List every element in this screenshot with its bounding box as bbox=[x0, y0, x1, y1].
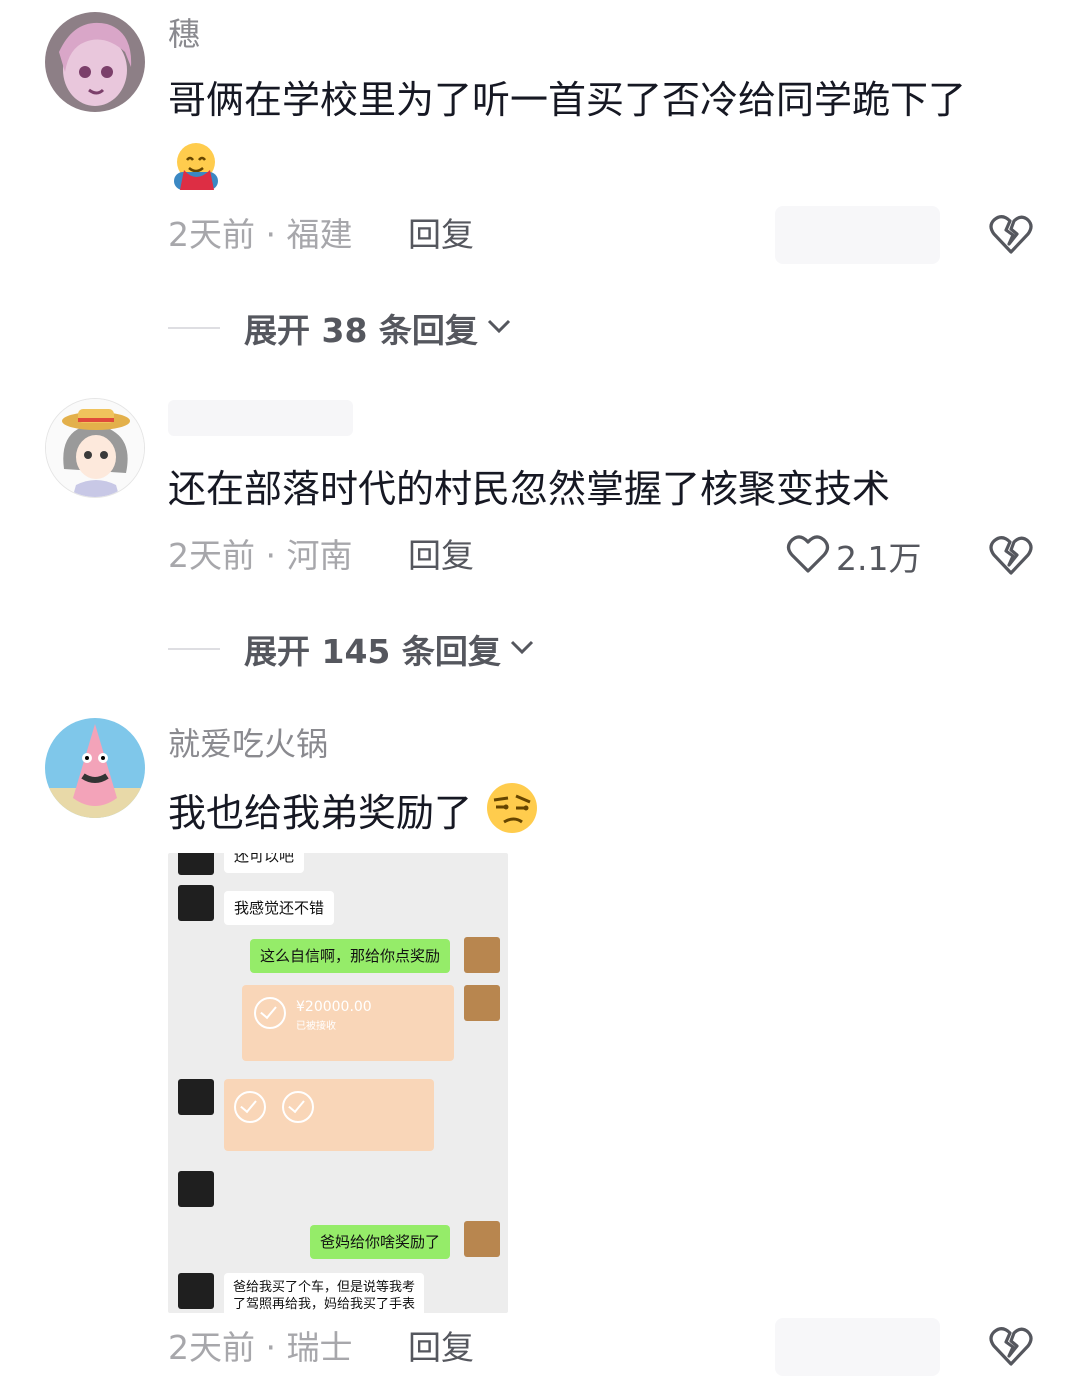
chat-bubble: 这么自信啊，那给你点奖励 bbox=[250, 939, 451, 973]
comment-meta: 2天前 · 福建 bbox=[168, 215, 353, 254]
comment-meta: 2天前 · 瑞士 bbox=[168, 1328, 353, 1367]
chevron-down-icon bbox=[484, 314, 514, 342]
broken-heart-icon[interactable] bbox=[988, 212, 1034, 258]
unamused-face-emoji bbox=[484, 780, 540, 851]
avatar-image bbox=[45, 718, 145, 818]
self-avatar bbox=[464, 937, 500, 973]
chat-bubble: 爸给我买了个车，但是说等我考 了驾照再给我，妈给我买了手表 bbox=[224, 1273, 425, 1313]
comment-text-content: 我也给我弟奖励了 bbox=[168, 791, 473, 835]
comment-text[interactable]: 哥俩在学校里为了听一首买了否冷给同学跪下了 bbox=[168, 72, 966, 128]
reply-button[interactable]: 回复 bbox=[408, 1326, 474, 1370]
avatar-image bbox=[45, 12, 145, 112]
avatar[interactable] bbox=[45, 718, 145, 818]
like-button[interactable]: 2.1万 bbox=[786, 533, 921, 579]
heart-outline-icon bbox=[786, 534, 830, 578]
expand-replies[interactable]: 展开 38 条回复 bbox=[168, 306, 514, 350]
broken-heart-icon[interactable] bbox=[988, 1324, 1034, 1370]
transfer-check-icon bbox=[282, 1091, 314, 1123]
broken-heart-icon[interactable] bbox=[988, 533, 1034, 579]
chat-bubble: 还可以吧 bbox=[224, 853, 305, 873]
transfer-check-icon bbox=[254, 997, 286, 1029]
transfer-status: 已被接收 bbox=[296, 1021, 336, 1032]
contact-avatar bbox=[178, 1171, 214, 1207]
self-avatar bbox=[464, 985, 500, 1021]
expand-replies-label: 展开 38 条回复 bbox=[244, 311, 478, 350]
reply-button[interactable]: 回复 bbox=[408, 534, 474, 578]
avatar[interactable] bbox=[45, 398, 145, 498]
transfer-amount: ¥20000.00 bbox=[296, 999, 372, 1015]
contact-avatar bbox=[178, 853, 214, 875]
like-area-placeholder bbox=[775, 206, 940, 264]
avatar-image bbox=[46, 399, 144, 497]
chat-bubble-line: 了驾照再给我，妈给我买了手表 bbox=[233, 1297, 416, 1312]
chat-bubble: 爸妈给你啥奖励了 bbox=[310, 1225, 451, 1259]
username-hidden[interactable] bbox=[168, 400, 353, 436]
chat-bubble-line: 爸给我买了个车，但是说等我考 bbox=[233, 1280, 416, 1295]
hugging-face-emoji bbox=[170, 140, 222, 192]
comment-meta: 2天前 · 河南 bbox=[168, 536, 353, 575]
contact-avatar bbox=[178, 885, 214, 921]
username[interactable]: 穗 bbox=[168, 14, 200, 54]
avatar[interactable] bbox=[45, 12, 145, 112]
transfer-card: ¥20000.00 已被接收 bbox=[242, 985, 454, 1061]
contact-avatar bbox=[178, 1273, 214, 1309]
expand-replies[interactable]: 展开 145 条回复 bbox=[168, 627, 537, 671]
self-avatar bbox=[464, 1221, 500, 1257]
contact-avatar bbox=[178, 1079, 214, 1115]
divider-line bbox=[168, 327, 220, 329]
divider-line bbox=[168, 648, 220, 650]
comment-text[interactable]: 我也给我弟奖励了 bbox=[168, 780, 540, 851]
comment-text[interactable]: 还在部落时代的村民忽然掌握了核聚变技术 bbox=[168, 461, 890, 517]
reply-button[interactable]: 回复 bbox=[408, 213, 474, 257]
attached-image-chat-screenshot[interactable]: 还可以吧 我感觉还不错 这么自信啊，那给你点奖励 ¥20000.00 已被接收 … bbox=[168, 853, 508, 1313]
transfer-check-icon bbox=[234, 1091, 266, 1123]
transfer-received-card bbox=[224, 1079, 434, 1151]
like-count: 2.1万 bbox=[836, 539, 922, 578]
like-area-placeholder bbox=[775, 1318, 940, 1376]
username[interactable]: 就爱吃火锅 bbox=[168, 724, 328, 764]
chat-bubble: 我感觉还不错 bbox=[224, 891, 335, 925]
expand-replies-label: 展开 145 条回复 bbox=[244, 632, 501, 671]
chevron-down-icon bbox=[507, 635, 537, 663]
